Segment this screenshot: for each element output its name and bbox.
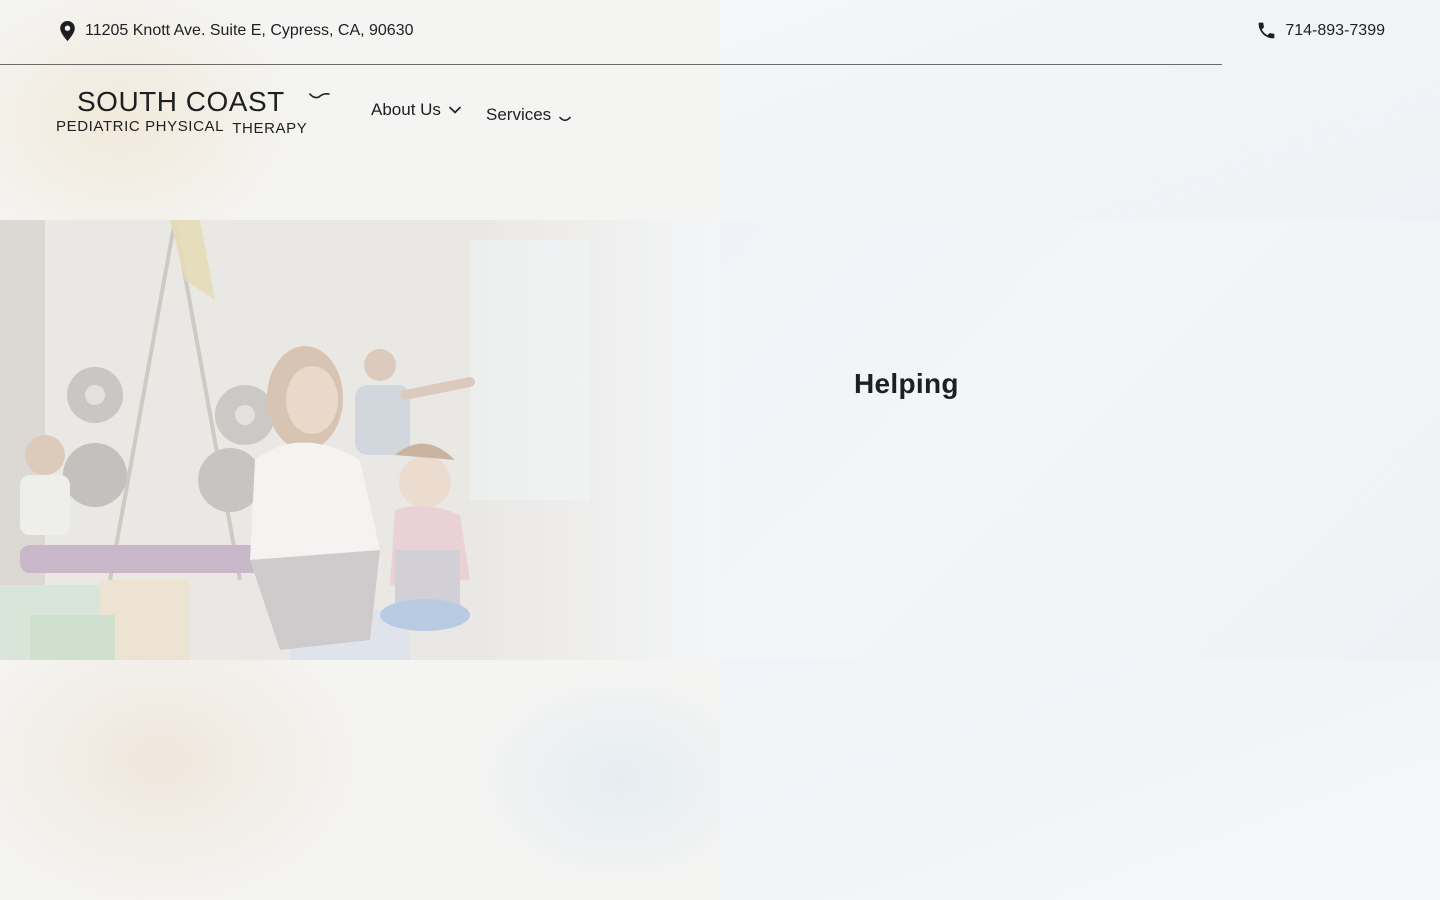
hero-image-fade bbox=[480, 220, 720, 660]
logo-title: SOUTH COAST bbox=[77, 86, 285, 117]
logo-subtitle: PEDIATRIC PHYSICAL THERAPY bbox=[56, 118, 308, 137]
nav-services[interactable]: Services bbox=[486, 105, 571, 125]
nav-services-label: Services bbox=[486, 105, 552, 124]
phone-icon bbox=[1256, 20, 1277, 41]
location-pin-icon bbox=[58, 20, 77, 42]
chevron-down-icon bbox=[559, 116, 571, 123]
phone-link[interactable]: 714-893-7399 bbox=[1256, 20, 1385, 41]
site-logo[interactable]: SOUTH COAST PEDIATRIC PHYSICAL THERAPY bbox=[56, 86, 336, 142]
logo-subtitle-therapy: THERAPY bbox=[232, 120, 308, 137]
address-text: 11205 Knott Ave. Suite E, Cypress, CA, 9… bbox=[85, 22, 414, 39]
contact-bar: 11205 Knott Ave. Suite E, Cypress, CA, 9… bbox=[0, 0, 1440, 64]
address-link[interactable]: 11205 Knott Ave. Suite E, Cypress, CA, 9… bbox=[58, 20, 414, 42]
topbar-divider bbox=[0, 64, 1222, 65]
phone-number: 714-893-7399 bbox=[1285, 21, 1385, 39]
nav-about-us-label: About Us bbox=[371, 100, 441, 119]
bird-icon bbox=[309, 90, 331, 108]
hero-text-panel bbox=[720, 220, 1440, 660]
hero-heading: Helping bbox=[854, 368, 959, 399]
chevron-down-icon bbox=[449, 106, 461, 114]
hero-image bbox=[0, 220, 720, 660]
nav-about-us[interactable]: About Us bbox=[371, 100, 461, 120]
logo-subtitle-line: PEDIATRIC PHYSICAL bbox=[56, 118, 224, 135]
